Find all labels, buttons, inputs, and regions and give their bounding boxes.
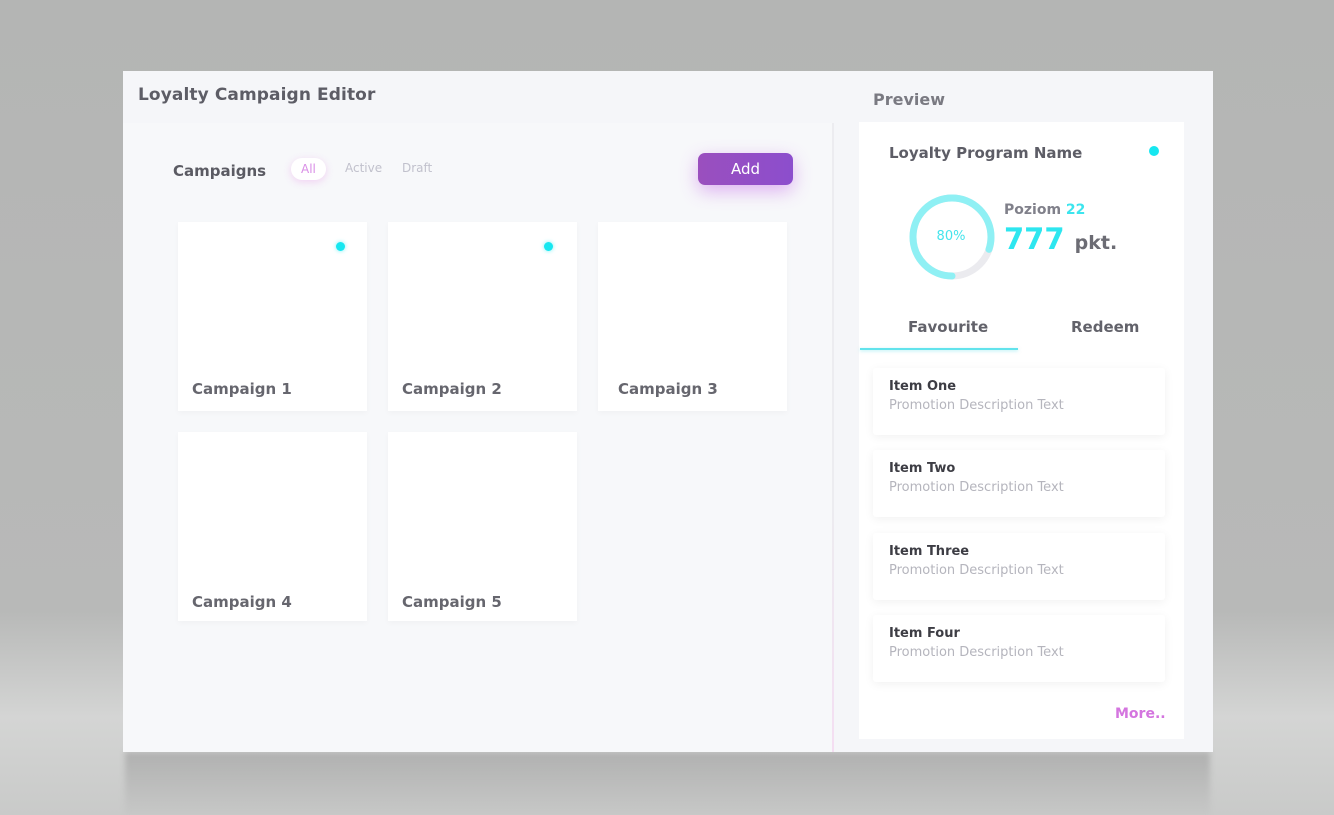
item-title: Item Four <box>889 626 960 641</box>
more-link[interactable]: More.. <box>1115 706 1166 722</box>
level-value: 22 <box>1065 202 1086 218</box>
app-window: Loyalty Campaign Editor Campaigns All Ac… <box>123 71 1213 752</box>
status-dot-icon <box>544 242 553 251</box>
campaign-card[interactable]: Campaign 5 <box>388 432 577 621</box>
promotion-item[interactable]: Item One Promotion Description Text <box>873 368 1165 435</box>
status-dot-icon <box>1149 146 1159 156</box>
progress-percent-label: 80% <box>936 229 966 244</box>
filter-draft-tab[interactable]: Draft <box>402 161 432 175</box>
tab-favourite[interactable]: Favourite <box>908 318 988 336</box>
points-display: 777 pkt. <box>1004 222 1117 256</box>
window-reflection <box>125 752 1210 815</box>
level-text: Poziom <box>1004 202 1062 218</box>
filter-all-tab[interactable]: All <box>291 158 326 180</box>
preview-heading: Preview <box>873 90 946 109</box>
points-value: 777 <box>1004 222 1065 256</box>
item-title: Item Three <box>889 544 970 559</box>
preview-panel: Loyalty Program Name 80% Poziom 22 777 p… <box>859 122 1184 739</box>
program-name: Loyalty Program Name <box>889 144 1083 162</box>
campaign-name: Campaign 4 <box>192 593 292 611</box>
active-tab-indicator <box>860 348 1018 350</box>
status-dot-icon <box>336 242 345 251</box>
campaign-name: Campaign 1 <box>192 380 292 398</box>
campaign-card[interactable]: Campaign 1 <box>178 222 367 411</box>
add-campaign-button[interactable]: Add <box>698 153 793 185</box>
level-label: Poziom 22 <box>1004 202 1085 218</box>
campaigns-heading: Campaigns <box>173 162 267 180</box>
campaign-name: Campaign 5 <box>402 593 502 611</box>
item-description: Promotion Description Text <box>889 645 1064 660</box>
tab-redeem[interactable]: Redeem <box>1071 318 1139 336</box>
points-unit: pkt. <box>1074 232 1118 254</box>
item-title: Item Two <box>889 461 956 476</box>
item-description: Promotion Description Text <box>889 480 1064 495</box>
campaign-card[interactable]: Campaign 2 <box>388 222 577 411</box>
campaign-name: Campaign 3 <box>618 380 718 398</box>
campaign-name: Campaign 2 <box>402 380 502 398</box>
promotion-item[interactable]: Item Three Promotion Description Text <box>873 533 1165 600</box>
promotion-item[interactable]: Item Two Promotion Description Text <box>873 450 1165 517</box>
filter-active-tab[interactable]: Active <box>345 161 382 175</box>
panel-divider <box>832 123 834 752</box>
campaign-card[interactable]: Campaign 4 <box>178 432 367 621</box>
page-title: Loyalty Campaign Editor <box>138 85 376 105</box>
campaign-card[interactable]: Campaign 3 <box>598 222 787 411</box>
promotion-item[interactable]: Item Four Promotion Description Text <box>873 615 1165 682</box>
item-description: Promotion Description Text <box>889 398 1064 413</box>
item-title: Item One <box>889 379 957 394</box>
item-description: Promotion Description Text <box>889 563 1064 578</box>
